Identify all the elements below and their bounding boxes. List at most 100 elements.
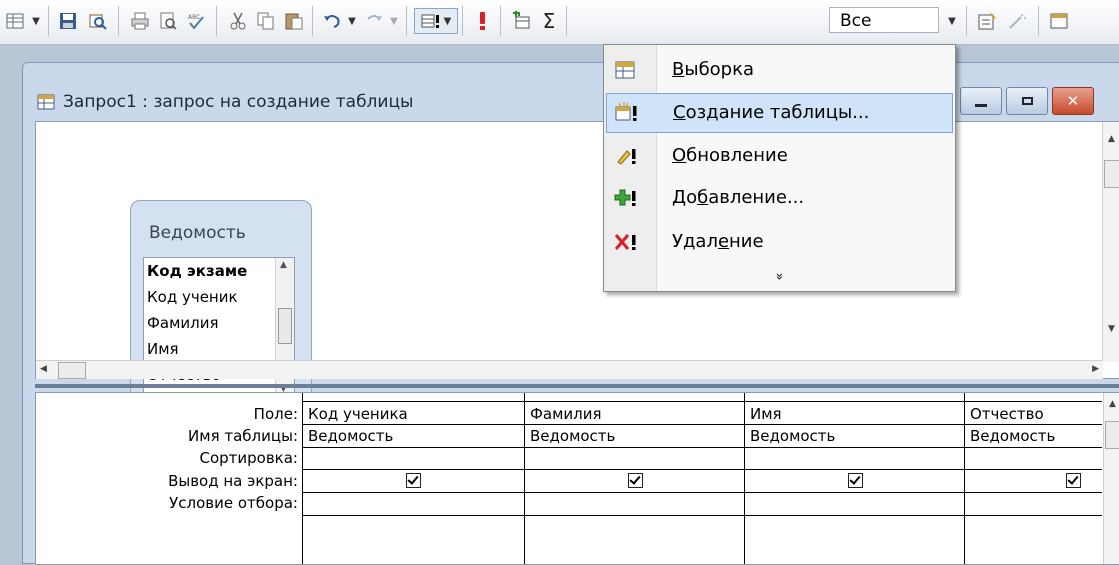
query-window-icon [37,94,55,110]
grid-cell-table[interactable]: Ведомость [750,427,835,445]
table-pane-horizontal-scrollbar[interactable]: ◀ ▶ [36,360,1103,379]
grid-line [302,393,303,564]
search-button[interactable] [86,8,110,34]
menu-item-select-query[interactable]: Выборка [606,51,951,89]
undo-button[interactable] [320,8,344,34]
builder-icon [1009,14,1026,29]
save-button[interactable] [56,8,80,34]
copy-button[interactable] [254,8,278,34]
field-list-item[interactable]: Код экзаме [147,262,247,280]
scroll-left-arrow-icon[interactable]: ◀ [40,364,47,374]
show-checkbox[interactable] [848,473,863,488]
grid-line [302,447,1102,448]
redo-dropdown-arrow[interactable]: ▼ [388,8,400,34]
grid-line [302,469,1102,470]
maximize-button[interactable] [1006,87,1048,115]
row-label-criteria: Условие отбора: [169,494,298,512]
menu-item-update-query[interactable]: Обновление [606,137,951,175]
scroll-thumb[interactable] [278,308,292,344]
menu-item-label: Выборка [672,59,755,80]
run-icon [480,12,485,30]
show-checkbox[interactable] [1066,473,1081,488]
save-icon [60,13,76,29]
print-icon [131,12,149,30]
run-button[interactable] [472,8,492,34]
show-checkbox[interactable] [628,473,643,488]
grid-cell-table[interactable]: Ведомость [530,427,615,445]
scroll-thumb[interactable] [1105,421,1119,449]
grid-cell-field[interactable]: Код ученика [308,405,408,423]
grid-cell-field[interactable]: Имя [750,405,782,423]
spelling-button[interactable]: ABC [184,8,208,34]
scroll-up-arrow-icon[interactable]: ▲ [280,260,287,270]
show-table-icon [513,11,530,29]
paste-button[interactable] [282,8,306,34]
toolbar-separator [406,6,407,36]
pane-splitter[interactable] [35,384,1119,388]
print-button[interactable] [128,8,152,34]
top-values-combo[interactable]: Все [829,7,939,33]
field-list-item[interactable]: Код ученик [147,288,238,306]
table-pane[interactable]: Ведомость Код экзаме Код ученик Фамилия … [35,121,1119,418]
show-checkbox[interactable] [406,473,421,488]
minimize-icon [975,103,987,107]
toolbar-separator [1038,6,1039,36]
update-query-icon [617,149,636,165]
menu-expand-chevron-icon[interactable]: » [772,267,787,287]
menu-item-label: Обновление [672,145,788,166]
view-button[interactable] [4,8,26,34]
close-icon: ✕ [1066,92,1080,110]
query-type-button[interactable]: ▼ [414,8,458,34]
table-pane-vertical-scrollbar[interactable]: ▲ ▼ [1102,122,1119,362]
toolbar-separator [48,6,49,36]
menu-item-make-table-query[interactable]: Создание таблицы... [606,93,953,133]
grid-line [302,424,1102,425]
cut-button[interactable] [226,8,250,34]
undo-dropdown-arrow[interactable]: ▼ [346,8,358,34]
redo-button[interactable] [362,8,386,34]
toolbar-separator [966,6,967,36]
grid-cell-table[interactable]: Ведомость [308,427,393,445]
top-values-dropdown-arrow[interactable]: ▼ [945,8,959,34]
menu-item-label: Добавление... [672,187,805,208]
totals-button[interactable]: Σ [538,8,560,34]
field-list-item[interactable]: Имя [147,340,179,358]
scroll-up-arrow-icon[interactable]: ▲ [1108,134,1115,144]
grid-cell-field[interactable]: Фамилия [530,405,602,423]
cut-icon [230,12,246,30]
svg-text:ABC: ABC [188,14,200,21]
toolbar: ▼ ABC ▼ ▼ ▼ Σ Все ▼ [0,0,1119,45]
totals-icon: Σ [542,9,556,33]
scroll-thumb[interactable] [1104,160,1119,188]
grid-vertical-scrollbar[interactable]: ▲ [1103,393,1119,564]
view-dropdown-arrow[interactable]: ▼ [30,8,42,34]
scroll-thumb[interactable] [58,362,86,379]
scroll-down-arrow-icon[interactable]: ▼ [1108,324,1115,334]
menu-item-label: Удаление [672,231,764,252]
scroll-right-arrow-icon[interactable]: ▶ [1092,364,1099,374]
show-table-button[interactable] [508,8,534,34]
minimize-button[interactable] [960,87,1002,115]
maximize-icon [1021,97,1033,105]
print-preview-button[interactable] [156,8,180,34]
select-query-icon [615,61,635,79]
grid-cell-field[interactable]: Отчество [970,405,1044,423]
database-window-button[interactable] [1046,8,1072,34]
scroll-up-arrow-icon[interactable]: ▲ [1109,399,1116,409]
close-button[interactable]: ✕ [1052,87,1094,115]
query-design-grid[interactable]: Поле: Имя таблицы: Сортировка: Вывод на … [35,392,1119,565]
grid-cell-table[interactable]: Ведомость [970,427,1055,445]
menu-item-delete-query[interactable]: Удаление [606,223,951,261]
field-list-item[interactable]: Фамилия [147,314,219,332]
window-title: Запрос1 : запрос на создание таблицы [63,92,414,112]
row-label-table: Имя таблицы: [188,427,298,445]
toolbar-separator [462,6,463,36]
builder-button[interactable] [1004,8,1030,34]
properties-icon [978,12,996,30]
top-values-value: Все [840,11,872,31]
query-type-dropdown-arrow[interactable]: ▼ [444,16,452,27]
toolbar-separator [312,6,313,36]
properties-button[interactable] [974,8,1000,34]
grid-line [524,393,525,564]
menu-item-append-query[interactable]: Добавление... [606,179,951,217]
